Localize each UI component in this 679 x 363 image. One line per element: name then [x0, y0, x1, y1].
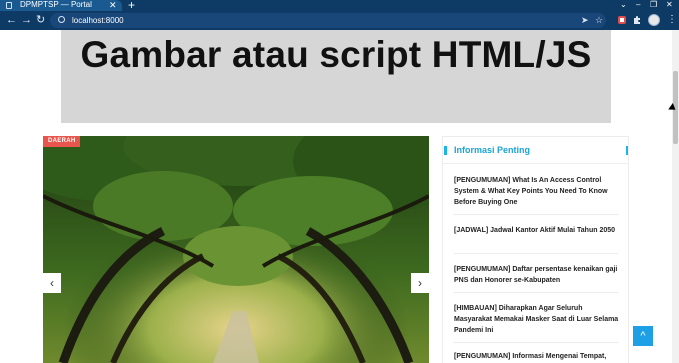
send-to-device-icon[interactable]: ➤ — [581, 14, 589, 27]
slider-prev-button[interactable]: ‹ — [43, 273, 61, 293]
extensions-puzzle-icon[interactable] — [632, 15, 642, 25]
panel-title: Informasi Penting — [454, 145, 531, 155]
important-info-panel: Informasi Penting [PENGUMUMAN] What Is A… — [442, 136, 629, 363]
news-link[interactable]: [JADWAL] Jadwal Kantor Aktif Mulai Tahun… — [454, 225, 620, 236]
slider-next-button[interactable]: › — [411, 273, 429, 293]
news-link[interactable]: [PENGUMUMAN] Informasi Mengenai Tempat, — [454, 351, 620, 362]
bookmark-star-icon[interactable]: ☆ — [595, 14, 603, 27]
divider — [454, 253, 618, 254]
news-link[interactable]: [PENGUMUMAN] Daftar persentase kenaikan … — [454, 264, 620, 286]
tab-close-icon[interactable]: ✕ — [109, 0, 117, 10]
panel-accent-bar — [444, 146, 447, 155]
tab-title: DPMPTSP — Portal — [20, 0, 92, 9]
profile-avatar[interactable] — [648, 14, 660, 26]
news-link[interactable]: [HIMBAUAN] Diharapkan Agar Seluruh Masya… — [454, 303, 620, 336]
new-tab-button[interactable]: + — [128, 0, 135, 11]
forward-arrow-icon[interactable]: → — [21, 13, 32, 27]
divider — [454, 342, 618, 343]
page-favicon-icon — [6, 2, 12, 9]
panel-header: Informasi Penting — [443, 137, 628, 164]
address-bar[interactable]: localhost:8000 ➤ ☆ — [50, 13, 606, 28]
maximize-button[interactable]: ❐ — [650, 0, 657, 10]
back-to-top-button[interactable]: ^ — [633, 326, 653, 346]
category-badge[interactable]: DAERAH — [43, 136, 81, 147]
reload-icon[interactable]: ↻ — [36, 13, 45, 27]
minimize-button[interactable]: – — [636, 0, 640, 10]
extension-red-icon[interactable] — [617, 15, 627, 25]
close-window-button[interactable]: ✕ — [666, 0, 673, 10]
site-info-icon[interactable] — [58, 16, 65, 23]
browser-tab-bar: DPMPTSP — Portal ✕ + ⌄ – ❐ ✕ — [0, 0, 679, 11]
banner-text: Gambar atau script HTML/JS — [80, 34, 592, 75]
slide-image[interactable] — [43, 136, 429, 363]
url-text[interactable]: localhost:8000 — [72, 14, 124, 27]
browser-tab[interactable]: DPMPTSP — Portal ✕ — [0, 0, 122, 11]
browser-toolbar: ← → ↻ localhost:8000 ➤ ☆ ⋮ — [0, 11, 679, 30]
news-slider[interactable]: DAERAH ‹ › — [43, 136, 429, 363]
browser-menu-icon[interactable]: ⋮ — [667, 13, 677, 27]
banner-placeholder: Gambar atau script HTML/JS — [61, 30, 611, 123]
divider — [454, 214, 618, 215]
divider — [454, 292, 618, 293]
news-link[interactable]: [PENGUMUMAN] What Is An Access Control S… — [454, 175, 620, 208]
back-arrow-icon[interactable]: ← — [6, 13, 17, 27]
panel-accent-bar — [626, 146, 628, 155]
tab-search-icon[interactable]: ⌄ — [620, 0, 627, 10]
